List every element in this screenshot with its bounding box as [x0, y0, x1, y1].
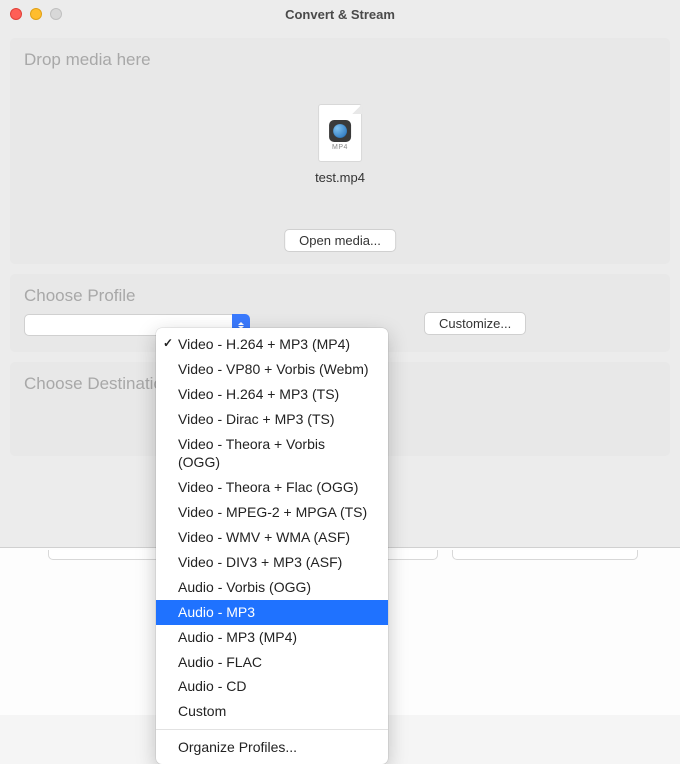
background-panel-right [452, 550, 638, 560]
menu-item[interactable]: Video - Theora + Flac (OGG) [156, 475, 388, 500]
menu-item[interactable]: Video - MPEG-2 + MPGA (TS) [156, 500, 388, 525]
file-icon: MP4 [318, 104, 362, 162]
drop-media-section[interactable]: Drop media here MP4 test.mp4 Open media.… [10, 38, 670, 264]
file-name: test.mp4 [315, 170, 365, 185]
menu-item[interactable]: Audio - MP3 [156, 600, 388, 625]
menu-item[interactable]: Video - VP80 + Vorbis (Webm) [156, 357, 388, 382]
quicktime-icon [329, 120, 351, 142]
open-media-button[interactable]: Open media... [284, 229, 396, 252]
customize-button[interactable]: Customize... [424, 312, 526, 335]
file-ext-label: MP4 [332, 144, 348, 151]
menu-item[interactable]: Video - H.264 + MP3 (MP4) [156, 332, 388, 357]
titlebar: Convert & Stream [0, 0, 680, 28]
menu-item[interactable]: Video - H.264 + MP3 (TS) [156, 382, 388, 407]
menu-item[interactable]: Custom [156, 699, 388, 724]
organize-profiles-menu-item[interactable]: Organize Profiles... [156, 735, 388, 760]
file-preview: MP4 test.mp4 [315, 104, 365, 185]
window-title: Convert & Stream [0, 7, 680, 22]
menu-separator [156, 729, 388, 730]
profile-dropdown-menu: Video - H.264 + MP3 (MP4) Video - VP80 +… [156, 328, 388, 764]
choose-profile-title: Choose Profile [24, 286, 656, 306]
menu-item[interactable]: Audio - FLAC [156, 650, 388, 675]
menu-item[interactable]: Video - DIV3 + MP3 (ASF) [156, 550, 388, 575]
menu-item[interactable]: Audio - Vorbis (OGG) [156, 575, 388, 600]
menu-item[interactable]: Video - Theora + Vorbis (OGG) [156, 432, 388, 476]
drop-media-title: Drop media here [24, 50, 656, 70]
menu-item[interactable]: Video - WMV + WMA (ASF) [156, 525, 388, 550]
menu-item[interactable]: Audio - CD [156, 674, 388, 699]
menu-item[interactable]: Video - Dirac + MP3 (TS) [156, 407, 388, 432]
menu-item[interactable]: Audio - MP3 (MP4) [156, 625, 388, 650]
